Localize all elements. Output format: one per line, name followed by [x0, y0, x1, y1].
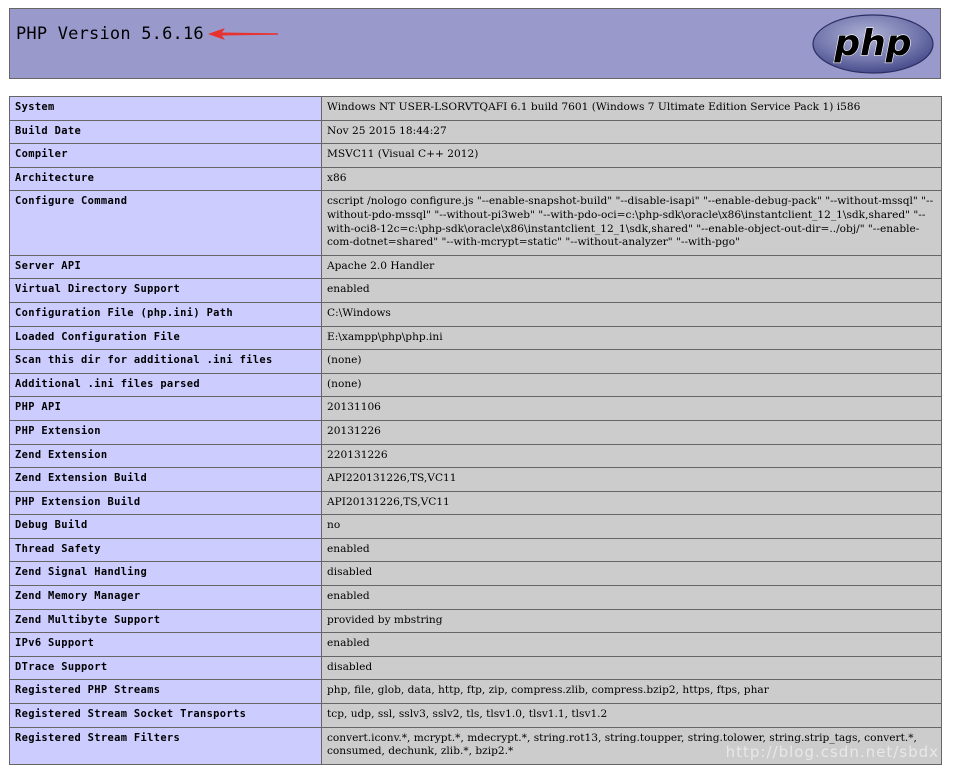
row-label: PHP API — [9, 396, 322, 421]
table-row: IPv6 Support enabled — [9, 632, 942, 657]
table-row: Zend Extension Build API220131226,TS,VC11 — [9, 467, 942, 492]
table-row: Registered Stream Filters convert.iconv.*… — [9, 726, 942, 765]
table-row: Loaded Configuration File E:\xampp\php\ph… — [9, 325, 942, 351]
row-label: Zend Signal Handling — [9, 561, 322, 587]
php-info-table: System Windows NT USER-LSORVTQAFI 6.1 bui… — [9, 96, 942, 765]
row-value: (none) — [321, 349, 942, 374]
row-value: E:\xampp\php\php.ini — [321, 325, 942, 351]
table-row: Scan this dir for additional .ini files(… — [9, 349, 942, 374]
row-label: Compiler — [9, 143, 322, 168]
table-row: Debug Build no — [9, 514, 942, 539]
svg-text:php: php — [833, 23, 911, 64]
row-value: x86 — [321, 166, 942, 192]
table-row: PHP Extension Build API20131226,TS,VC11 — [9, 490, 942, 516]
row-label: Thread Safety — [9, 537, 322, 563]
row-label: Virtual Directory Support — [9, 278, 322, 303]
table-row: System Windows NT USER-LSORVTQAFI 6.1 bui… — [9, 96, 942, 121]
table-row: Build Date Nov 25 2015 18:44:27 — [9, 119, 942, 145]
row-label: Registered Stream Filters — [9, 726, 322, 765]
row-value: enabled — [321, 278, 942, 303]
row-label: Additional .ini files parsed — [9, 372, 322, 398]
table-row: PHP API 20131106 — [9, 396, 942, 421]
info-table-body: System Windows NT USER-LSORVTQAFI 6.1 bui… — [9, 96, 942, 765]
table-row: Zend Multibyte Support provided by mbstri… — [9, 608, 942, 634]
row-value: 220131226 — [321, 443, 942, 469]
row-label: Zend Extension — [9, 443, 322, 469]
row-value: 20131226 — [321, 419, 942, 445]
table-row: Compiler MSVC11 (Visual C++ 2012) — [9, 143, 942, 168]
row-value: enabled — [321, 632, 942, 657]
row-value: Nov 25 2015 18:44:27 — [321, 119, 942, 145]
row-label: Zend Extension Build — [9, 467, 322, 492]
row-value: disabled — [321, 655, 942, 681]
row-label: Loaded Configuration File — [9, 325, 322, 351]
table-row: Registered PHP Streams php, file, glob, d… — [9, 679, 942, 705]
row-label: PHP Extension — [9, 419, 322, 445]
row-label: Configuration File (php.ini) Path — [9, 301, 322, 327]
table-row: Server API Apache 2.0 Handler — [9, 254, 942, 280]
row-label: Registered PHP Streams — [9, 679, 322, 705]
row-value: no — [321, 514, 942, 539]
row-value: tcp, udp, ssl, sslv3, sslv2, tls, tlsv1.… — [321, 703, 942, 728]
row-label: Architecture — [9, 166, 322, 192]
row-label: System — [9, 96, 322, 121]
table-row: Configuration File (php.ini) Path C:\Wind… — [9, 301, 942, 327]
row-label: Debug Build — [9, 514, 322, 539]
row-value: MSVC11 (Visual C++ 2012) — [321, 143, 942, 168]
table-row: Registered Stream Socket Transports tcp, … — [9, 703, 942, 728]
row-label: IPv6 Support — [9, 632, 322, 657]
php-logo-icon: php — [812, 14, 934, 74]
table-row: Architecture x86 — [9, 166, 942, 192]
row-label: Build Date — [9, 119, 322, 145]
row-label: Configure Command — [9, 190, 322, 256]
row-label: PHP Extension Build — [9, 490, 322, 516]
table-row: PHP Extension 20131226 — [9, 419, 942, 445]
row-value: enabled — [321, 585, 942, 610]
row-label: Zend Memory Manager — [9, 585, 322, 610]
row-value: 20131106 — [321, 396, 942, 421]
row-value: enabled — [321, 537, 942, 563]
table-row: DTrace Support disabled — [9, 655, 942, 681]
row-value: convert.iconv.*, mcrypt.*, mdecrypt.*, s… — [321, 726, 942, 765]
row-value: Windows NT USER-LSORVTQAFI 6.1 build 760… — [321, 96, 942, 121]
row-value: API220131226,TS,VC11 — [321, 467, 942, 492]
table-row: Thread Safety enabled — [9, 537, 942, 563]
row-value: Apache 2.0 Handler — [321, 254, 942, 280]
row-value: C:\Windows — [321, 301, 942, 327]
row-label: Scan this dir for additional .ini files — [9, 349, 322, 374]
table-row: Zend Signal Handling disabled — [9, 561, 942, 587]
row-label: Registered Stream Socket Transports — [9, 703, 322, 728]
row-value: disabled — [321, 561, 942, 587]
row-label: DTrace Support — [9, 655, 322, 681]
table-row: Zend Memory Manager enabled — [9, 585, 942, 610]
table-row: Virtual Directory Support enabled — [9, 278, 942, 303]
row-value: (none) — [321, 372, 942, 398]
row-value: provided by mbstring — [321, 608, 942, 634]
page-title: PHP Version 5.6.16 — [16, 24, 204, 44]
table-row: Zend Extension 220131226 — [9, 443, 942, 469]
table-row: Configure Command cscript /nologo configu… — [9, 190, 942, 256]
table-row: Additional .ini files parsed (none) — [9, 372, 942, 398]
row-label: Zend Multibyte Support — [9, 608, 322, 634]
row-value: API20131226,TS,VC11 — [321, 490, 942, 516]
row-label: Server API — [9, 254, 322, 280]
php-version-header: PHP Version 5.6.16 php — [9, 8, 941, 79]
row-value: cscript /nologo configure.js "--enable-s… — [321, 190, 942, 256]
row-value: php, file, glob, data, http, ftp, zip, c… — [321, 679, 942, 705]
